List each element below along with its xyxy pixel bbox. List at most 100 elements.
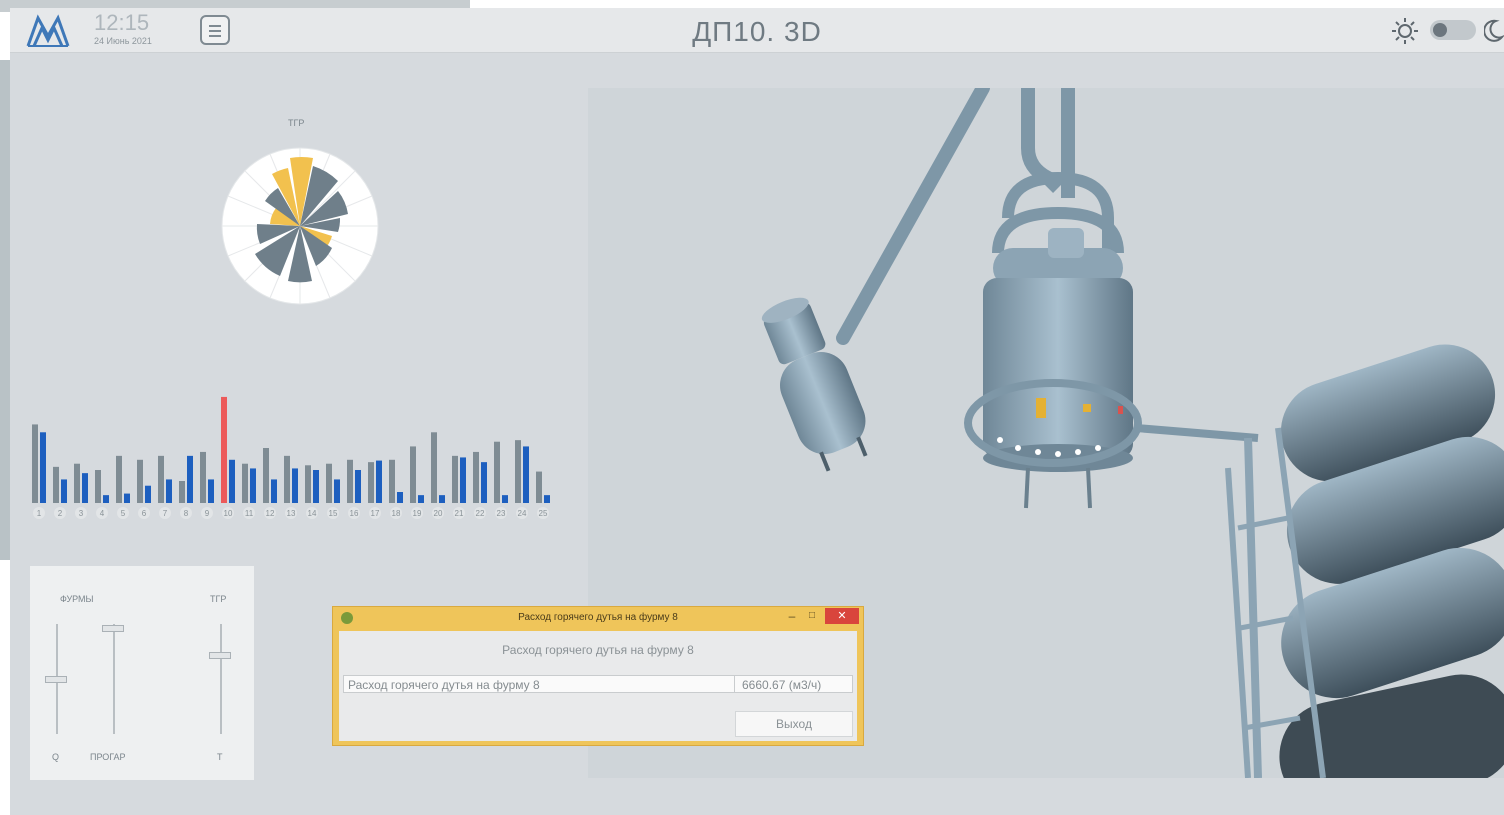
bar-gray-12[interactable]: [263, 448, 269, 503]
bar-blue-7[interactable]: [166, 479, 172, 503]
slider-t-thumb[interactable]: [209, 651, 231, 659]
tick-label-2: 2: [58, 509, 63, 518]
bar-blue-8[interactable]: [187, 455, 193, 503]
minimize-icon[interactable]: –: [785, 610, 799, 624]
tuyere-bar-chart: 1 2 3 4 5 6 7 8 9 10 11 12 13 14 15 16 17 18 19 20 21 22 23 24 2…: [32, 396, 550, 519]
bar-gray-22[interactable]: [473, 451, 479, 503]
tick-label-9: 9: [205, 509, 210, 518]
theme-toggle[interactable]: [1430, 20, 1476, 40]
bar-blue-25[interactable]: [544, 495, 550, 503]
bar-gray-15[interactable]: [326, 463, 332, 503]
slider-t-track[interactable]: [220, 624, 222, 734]
tick-label-25: 25: [539, 509, 548, 518]
rose-chart-label: ТГР: [288, 118, 305, 128]
tick-label-6: 6: [142, 509, 147, 518]
bar-blue-13[interactable]: [292, 468, 298, 503]
tick-label-7: 7: [163, 509, 168, 518]
tick-label-13: 13: [287, 509, 296, 518]
bar-gray-25[interactable]: [536, 471, 542, 503]
bar-blue-17[interactable]: [376, 460, 382, 503]
label-burn: ПРОГАР: [90, 752, 126, 762]
bar-blue-20[interactable]: [439, 495, 445, 503]
label-tuyeres: ФУРМЫ: [60, 594, 94, 604]
bar-gray-7[interactable]: [158, 455, 164, 503]
bar-blue-2[interactable]: [61, 479, 67, 503]
tick-label-12: 12: [266, 509, 275, 518]
dialog-title: Расход горячего дутья на фурму 8: [518, 612, 678, 623]
bar-gray-5[interactable]: [116, 455, 122, 503]
bar-blue-3[interactable]: [82, 473, 88, 503]
tick-label-16: 16: [350, 509, 359, 518]
bar-gray-4[interactable]: [95, 470, 101, 503]
tick-label-17: 17: [371, 509, 380, 518]
slider-panel: ФУРМЫ ТГР Q ПРОГАР Т: [30, 566, 254, 780]
bar-blue-19[interactable]: [418, 495, 424, 503]
bar-gray-9[interactable]: [200, 451, 206, 503]
tick-label-8: 8: [184, 509, 189, 518]
bar-blue-5[interactable]: [124, 493, 130, 503]
slider-q-thumb[interactable]: [45, 676, 67, 683]
tick-label-11: 11: [245, 509, 254, 518]
maximize-icon[interactable]: □: [805, 610, 819, 624]
tick-label-19: 19: [413, 509, 422, 518]
bar-blue-18[interactable]: [397, 492, 403, 503]
bar-blue-4[interactable]: [103, 495, 109, 503]
tick-label-23: 23: [497, 509, 506, 518]
sun-icon[interactable]: [1390, 16, 1420, 46]
slider-burn-thumb[interactable]: [102, 625, 124, 633]
bar-gray-21[interactable]: [452, 455, 458, 503]
bar-gray-14[interactable]: [305, 465, 311, 503]
bar-blue-9[interactable]: [208, 479, 214, 503]
hot-blast-dialog: Расход горячего дутья на фурму 8 – □ ✕ Р…: [332, 606, 864, 746]
bar-gray-24[interactable]: [515, 440, 521, 503]
bar-gray-1[interactable]: [32, 424, 38, 503]
app-window: 12:15 24 Июнь 2021 ДП10. 3D ТГР 1 2 3 4 …: [10, 8, 1504, 815]
bar-gray-10[interactable]: [221, 396, 227, 503]
tick-label-15: 15: [329, 509, 338, 518]
bar-gray-16[interactable]: [347, 459, 353, 503]
dialog-body: Расход горячего дутья на фурму 8 Расход …: [339, 631, 857, 741]
bar-gray-23[interactable]: [494, 441, 500, 503]
bar-blue-21[interactable]: [460, 457, 466, 503]
exit-button[interactable]: Выход: [735, 711, 853, 737]
bar-gray-3[interactable]: [74, 463, 80, 503]
label-tgr: ТГР: [210, 594, 227, 604]
bar-gray-18[interactable]: [389, 459, 395, 503]
data-row: Расход горячего дутья на фурму 8 6660.67…: [343, 675, 853, 693]
bar-blue-16[interactable]: [355, 470, 361, 503]
row-divider: [734, 676, 735, 692]
bar-blue-24[interactable]: [523, 446, 529, 503]
slider-burn-track[interactable]: [113, 624, 115, 734]
tick-label-20: 20: [434, 509, 443, 518]
tick-label-21: 21: [455, 509, 464, 518]
bar-gray-8[interactable]: [179, 481, 185, 503]
bar-blue-12[interactable]: [271, 479, 277, 503]
moon-icon[interactable]: [1484, 17, 1504, 43]
page-title: ДП10. 3D: [692, 16, 822, 47]
tick-label-5: 5: [121, 509, 126, 518]
bar-gray-11[interactable]: [242, 463, 248, 503]
bar-blue-22[interactable]: [481, 462, 487, 503]
bar-gray-13[interactable]: [284, 455, 290, 503]
dialog-titlebar[interactable]: Расход горячего дутья на фурму 8 – □ ✕: [333, 607, 863, 629]
bar-gray-2[interactable]: [53, 466, 59, 503]
bar-blue-14[interactable]: [313, 470, 319, 503]
bar-gray-20[interactable]: [431, 432, 437, 503]
bar-gray-17[interactable]: [368, 462, 374, 503]
bar-blue-23[interactable]: [502, 495, 508, 503]
bar-blue-6[interactable]: [145, 485, 151, 503]
bar-blue-11[interactable]: [250, 468, 256, 503]
bar-gray-19[interactable]: [410, 446, 416, 503]
bar-gray-6[interactable]: [137, 459, 143, 503]
rose-chart: [221, 147, 379, 305]
tick-label-1: 1: [37, 509, 42, 518]
label-t: Т: [217, 752, 223, 762]
label-q: Q: [52, 752, 60, 762]
bar-blue-1[interactable]: [40, 432, 46, 503]
top-bar: 12:15 24 Июнь 2021 ДП10. 3D: [10, 8, 1504, 53]
tick-label-4: 4: [100, 509, 105, 518]
bar-blue-15[interactable]: [334, 479, 340, 503]
close-icon[interactable]: ✕: [825, 608, 859, 624]
tick-label-10: 10: [224, 509, 233, 518]
bar-blue-10[interactable]: [229, 459, 235, 503]
